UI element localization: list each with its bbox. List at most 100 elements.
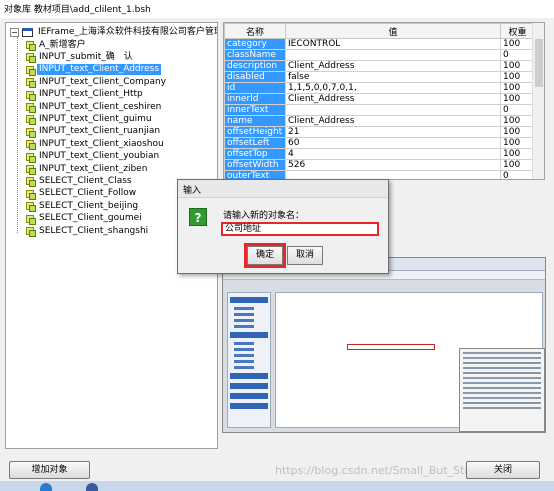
tree-guide-line bbox=[17, 37, 18, 233]
tree-item-label: INPUT_text_Client_Company bbox=[39, 76, 167, 87]
property-value-cell[interactable]: false bbox=[285, 71, 501, 83]
tree-item-label: SELECT_Client_shangshi bbox=[39, 225, 149, 236]
tree-item[interactable]: INPUT_text_Client_ziben bbox=[25, 163, 149, 175]
tree-item-label: INPUT_text_Client_xiaoshou bbox=[39, 138, 164, 149]
property-row[interactable]: offsetHeight 21 100 bbox=[224, 126, 535, 138]
question-icon: ? bbox=[189, 208, 207, 226]
column-header-name[interactable]: 名称 bbox=[224, 23, 286, 39]
property-value-cell[interactable]: IECONTROL bbox=[285, 38, 501, 50]
column-header-value[interactable]: 值 bbox=[285, 23, 501, 39]
property-name-cell[interactable]: offsetHeight bbox=[224, 126, 286, 138]
property-value-cell[interactable]: 4 bbox=[285, 148, 501, 160]
tree-root[interactable]: − IEFrame_上海泽众软件科技有限公司客户管理系 bbox=[10, 26, 218, 38]
ok-button[interactable]: 确定 bbox=[244, 243, 286, 268]
property-value-cell[interactable] bbox=[285, 49, 501, 61]
tree-item-label: INPUT_text_Client_Address bbox=[37, 64, 162, 76]
app-taskbar-icon[interactable] bbox=[86, 483, 98, 491]
property-name-cell[interactable]: id bbox=[224, 82, 286, 94]
tree-item[interactable]: SELECT_Client_Follow bbox=[25, 188, 138, 200]
tree-root-label: IEFrame_上海泽众软件科技有限公司客户管理系 bbox=[38, 26, 218, 37]
property-name-cell[interactable]: innerText bbox=[224, 104, 286, 116]
property-name-cell[interactable]: innerId bbox=[224, 93, 286, 105]
property-grid[interactable]: 名称 值 权重 category IECONTROL 100 className 0 de… bbox=[223, 22, 545, 180]
property-row[interactable]: offsetWidth 526 100 bbox=[224, 159, 535, 171]
column-header-weight[interactable]: 权重 bbox=[500, 23, 535, 39]
object-icon bbox=[25, 90, 36, 101]
property-name-cell[interactable]: name bbox=[224, 115, 286, 127]
tree-item-label: SELECT_Client_Follow bbox=[39, 188, 137, 199]
page-preview-image bbox=[222, 257, 546, 433]
property-row[interactable]: id 1,1,5,0,0,7,0,1, 100 bbox=[224, 82, 535, 94]
property-weight-cell[interactable]: 100 bbox=[500, 148, 535, 160]
property-row[interactable]: offsetLeft 60 100 bbox=[224, 137, 535, 149]
property-weight-cell[interactable]: 0 bbox=[500, 49, 535, 61]
cancel-button[interactable]: 取消 bbox=[287, 246, 323, 265]
object-icon bbox=[25, 164, 36, 175]
property-row[interactable]: disabled false 100 bbox=[224, 71, 535, 83]
property-name-cell[interactable]: description bbox=[224, 60, 286, 72]
property-name-cell[interactable]: disabled bbox=[224, 71, 286, 83]
property-value-cell[interactable]: 1,1,5,0,0,7,0,1, bbox=[285, 82, 501, 94]
add-object-button[interactable]: 增加对象 bbox=[9, 461, 90, 479]
tree-item[interactable]: SELECT_Client_beijing bbox=[25, 200, 140, 213]
property-name-cell[interactable]: className bbox=[224, 49, 286, 61]
tree-item[interactable]: SELECT_Client_Class bbox=[25, 175, 134, 188]
property-weight-cell[interactable]: 0 bbox=[500, 170, 535, 179]
tree-item[interactable]: INPUT_text_Client_xiaoshou bbox=[25, 138, 166, 151]
tree-item[interactable]: SELECT_Client_goumei bbox=[25, 213, 144, 225]
property-weight-cell[interactable]: 100 bbox=[500, 93, 535, 105]
property-weight-cell[interactable]: 100 bbox=[500, 159, 535, 171]
object-icon bbox=[25, 52, 36, 64]
property-row[interactable]: description Client_Address 100 bbox=[224, 60, 535, 72]
tree-item[interactable]: INPUT_text_Client_ceshiren bbox=[25, 101, 163, 113]
property-name-cell[interactable]: category bbox=[224, 38, 286, 50]
collapse-icon[interactable]: − bbox=[10, 27, 19, 37]
property-value-cell[interactable]: Client_Address bbox=[285, 93, 501, 105]
property-row[interactable]: offsetTop 4 100 bbox=[224, 148, 535, 160]
property-value-cell[interactable]: 526 bbox=[285, 159, 501, 171]
property-row[interactable]: name Client_Address 100 bbox=[224, 115, 535, 127]
property-weight-cell[interactable]: 100 bbox=[500, 82, 535, 94]
tree-item[interactable]: INPUT_text_Client_guimu bbox=[25, 113, 154, 126]
property-name-cell[interactable]: offsetTop bbox=[224, 148, 286, 160]
object-icon bbox=[25, 65, 36, 76]
object-icon bbox=[25, 40, 36, 51]
property-value-cell[interactable] bbox=[285, 104, 501, 116]
property-value-cell[interactable]: 21 bbox=[285, 126, 501, 138]
property-name-cell[interactable]: offsetLeft bbox=[224, 137, 286, 149]
property-row[interactable]: category IECONTROL 100 bbox=[224, 38, 535, 50]
tree-item[interactable]: INPUT_submit_确 认 bbox=[25, 51, 135, 64]
property-row[interactable]: innerText 0 bbox=[224, 104, 535, 116]
ie-taskbar-icon[interactable] bbox=[40, 483, 52, 491]
tree-item[interactable]: INPUT_text_Client_Company bbox=[25, 76, 168, 89]
tree-item[interactable]: INPUT_text_Client_youbian bbox=[25, 151, 161, 163]
property-weight-cell[interactable]: 100 bbox=[500, 115, 535, 127]
property-weight-cell[interactable]: 100 bbox=[500, 126, 535, 138]
tree-item[interactable]: INPUT_text_Client_ruanjian bbox=[25, 126, 162, 138]
object-icon bbox=[25, 226, 36, 237]
tree-item-label: INPUT_text_Client_ziben bbox=[39, 163, 148, 174]
property-row[interactable]: innerId Client_Address 100 bbox=[224, 93, 535, 105]
tree-item[interactable]: INPUT_text_Client_Address bbox=[25, 64, 162, 76]
rename-dialog: 输入 ? 请输入新的对象名： 公司地址 确定 取消 bbox=[177, 179, 389, 274]
object-icon bbox=[25, 77, 36, 89]
property-weight-cell[interactable]: 0 bbox=[500, 104, 535, 116]
property-value-cell[interactable]: Client_Address bbox=[285, 115, 501, 127]
property-value-cell[interactable]: 60 bbox=[285, 137, 501, 149]
tree-item[interactable]: A_新增客户 bbox=[25, 39, 88, 51]
scrollbar-thumb[interactable] bbox=[535, 39, 543, 87]
tree-item[interactable]: SELECT_Client_shangshi bbox=[25, 225, 150, 237]
preview-popup-panel bbox=[459, 348, 545, 432]
dialog-title: 输入 bbox=[178, 180, 388, 198]
property-grid-scrollbar[interactable] bbox=[532, 23, 544, 179]
close-button[interactable]: 关闭 bbox=[466, 461, 540, 479]
property-value-cell[interactable]: Client_Address bbox=[285, 60, 501, 72]
property-weight-cell[interactable]: 100 bbox=[500, 38, 535, 50]
tree-item[interactable]: INPUT_text_Client_Http bbox=[25, 89, 145, 101]
object-name-input[interactable]: 公司地址 bbox=[221, 222, 379, 236]
property-row[interactable]: className 0 bbox=[224, 49, 535, 61]
property-weight-cell[interactable]: 100 bbox=[500, 137, 535, 149]
property-name-cell[interactable]: offsetWidth bbox=[224, 159, 286, 171]
property-weight-cell[interactable]: 100 bbox=[500, 71, 535, 83]
property-weight-cell[interactable]: 100 bbox=[500, 60, 535, 72]
